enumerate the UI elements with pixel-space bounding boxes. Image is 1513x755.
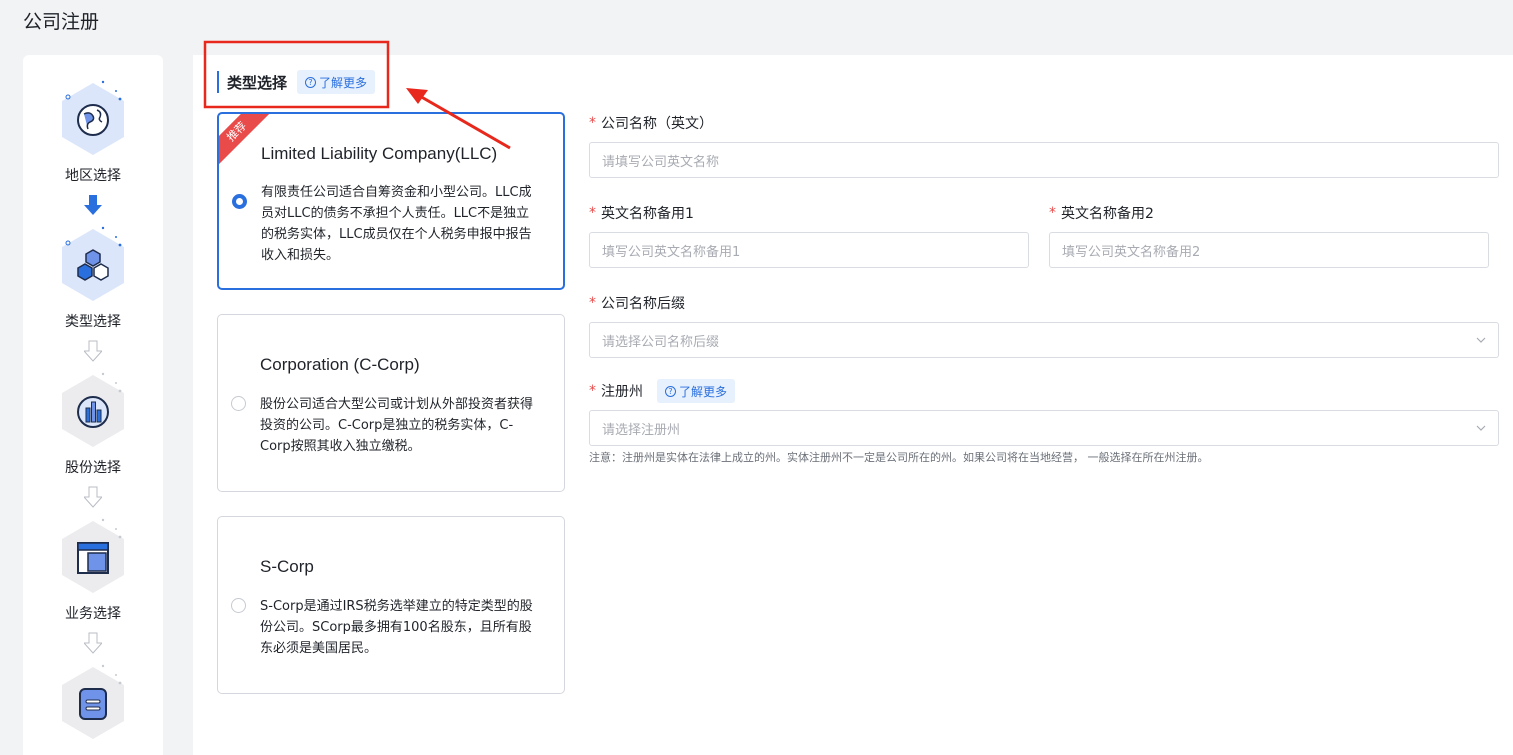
bar-chart-icon [77,396,109,428]
field-label-state: * 注册州 ? 了解更多 [589,378,736,404]
alt-name-1-input[interactable]: 填写公司英文名称备用1 [589,232,1029,268]
globe-icon [77,104,109,136]
learn-more-label: 了解更多 [679,384,728,399]
select-placeholder: 请选择注册州 [602,422,681,438]
arrow-down-icon [84,340,102,362]
label-text: 公司名称后缀 [601,296,685,312]
label-text: 注册州 [601,384,643,400]
type-radio[interactable] [231,598,246,613]
arrow-down-icon [84,486,102,508]
help-icon: ? [665,385,676,397]
page-title: 公司注册 [23,11,100,33]
required-mark: * [589,383,596,399]
type-card-description: 股份公司适合大型公司或计划从外部投资者获得投资的公司。C-Corp是独立的税务实… [260,397,534,454]
state-select[interactable]: 请选择注册州 [589,410,1499,446]
hexagons-icon [77,249,109,281]
step-label: 类型选择 [65,314,121,330]
document-icon [79,688,107,720]
arrow-down-icon [84,195,102,215]
step-label: 股份选择 [65,460,121,476]
chevron-down-icon [1476,337,1486,343]
state-learn-more-button[interactable]: ? 了解更多 [657,379,736,403]
label-text: 英文名称备用2 [1061,206,1154,222]
company-suffix-select[interactable]: 请选择公司名称后缀 [589,322,1499,358]
step-region[interactable]: 地区选择 [23,77,163,185]
alt-name-2-input[interactable]: 填写公司英文名称备用2 [1049,232,1489,268]
help-icon: ? [305,76,317,88]
field-label-name-en: * 公司名称（英文） [589,113,713,133]
type-card-description: 有限责任公司适合自筹资金和小型公司。LLC成员对LLC的债务不承担个人责任。LL… [261,185,532,263]
step-shares[interactable]: 股份选择 [23,369,163,477]
required-mark: * [589,205,596,221]
step-documents[interactable] [23,661,163,741]
required-mark: * [1049,205,1056,221]
arrow-down-icon [84,632,102,654]
type-card-scorp[interactable]: S-Corp S-Corp是通过IRS税务选举建立的特定类型的股份公司。SCor… [217,516,565,694]
section-accent-bar [217,71,219,93]
section-header: 类型选择 ? 了解更多 [217,70,376,94]
step-business[interactable]: 业务选择 [23,515,163,623]
step-label: 业务选择 [65,606,121,622]
input-placeholder: 填写公司英文名称备用2 [1062,244,1201,260]
type-card-ccorp[interactable]: Corporation (C-Corp) 股份公司适合大型公司或计划从外部投资者… [217,314,565,492]
type-card-title: Limited Liability Company(LLC) [261,144,498,163]
learn-more-button[interactable]: ? 了解更多 [297,70,376,94]
step-type[interactable]: 类型选择 [23,223,163,331]
section-title: 类型选择 [227,73,288,92]
label-text: 公司名称（英文） [601,116,713,132]
field-label-alt2: * 英文名称备用2 [1049,203,1154,223]
chevron-down-icon [1476,425,1486,431]
required-mark: * [589,115,596,131]
type-card-title: S-Corp [260,557,314,576]
layout-icon [77,542,109,574]
type-card-title: Corporation (C-Corp) [260,355,420,374]
step-sidebar: 地区选择 类型选择 股份选择 业务选择 [23,55,163,755]
state-note: 注意：注册州是实体在法律上成立的州。实体注册州不一定是公司所在的州。如果公司将在… [589,451,1209,464]
field-label-suffix: * 公司名称后缀 [589,293,685,313]
type-radio[interactable] [232,194,247,209]
input-placeholder: 请填写公司英文名称 [602,154,720,170]
step-label: 地区选择 [65,168,121,184]
select-placeholder: 请选择公司名称后缀 [602,334,720,350]
required-mark: * [589,295,596,311]
type-card-description: S-Corp是通过IRS税务选举建立的特定类型的股份公司。SCorp最多拥有10… [260,599,533,656]
learn-more-label: 了解更多 [319,75,368,90]
label-text: 英文名称备用1 [601,206,694,222]
field-label-alt1: * 英文名称备用1 [589,203,694,223]
type-radio[interactable] [231,396,246,411]
type-card-llc[interactable]: 推荐 Limited Liability Company(LLC) 有限责任公司… [217,112,565,290]
company-name-en-input[interactable]: 请填写公司英文名称 [589,142,1499,178]
input-placeholder: 填写公司英文名称备用1 [602,244,741,260]
